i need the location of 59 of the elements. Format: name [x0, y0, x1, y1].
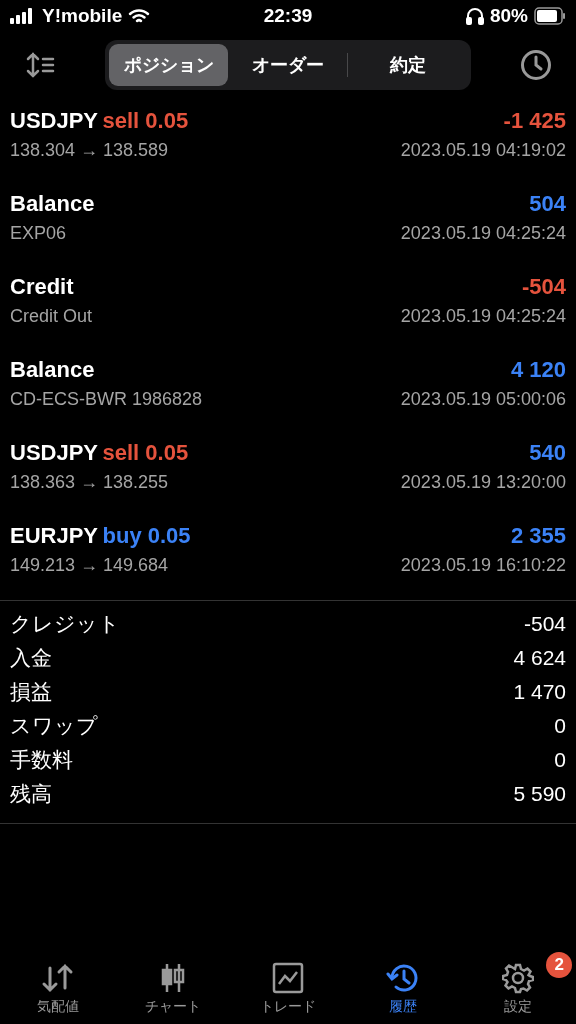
- segment-tab[interactable]: ポジション: [109, 44, 228, 86]
- segment-tab[interactable]: オーダー: [228, 44, 347, 86]
- summary-value: 0: [554, 748, 566, 772]
- summary-value: 5 590: [513, 782, 566, 806]
- deal-symbol: USDJPY: [10, 108, 99, 133]
- deal-amount: 540: [529, 440, 566, 466]
- segment-tab[interactable]: 約定: [348, 44, 467, 86]
- summary-value: 0: [554, 714, 566, 738]
- deal-action: buy 0.05: [102, 523, 191, 548]
- sort-icon[interactable]: [26, 52, 56, 78]
- deal-time: 2023.05.19 05:00:06: [400, 389, 566, 410]
- clock-icon[interactable]: [520, 49, 552, 81]
- summary-value: -504: [523, 612, 566, 636]
- settings-icon: [502, 962, 535, 994]
- summary-label: スワップ: [10, 713, 98, 739]
- deal-time: 2023.05.19 04:25:24: [400, 306, 566, 327]
- deal-amount: 4 120: [510, 357, 566, 383]
- summary-label: 残高: [10, 781, 52, 807]
- history-icon: [386, 962, 421, 994]
- deal-detail: Credit Out: [10, 306, 93, 327]
- deal-amount: 504: [529, 191, 566, 217]
- deal-action: sell 0.05: [102, 108, 189, 133]
- deal-detail: 138.304 → 138.589: [10, 140, 169, 161]
- deal-symbol: Balance: [10, 191, 95, 216]
- summary-label: クレジット: [10, 611, 120, 637]
- status-time: 22:39: [263, 5, 313, 27]
- deal-amount: 2 355: [510, 523, 566, 549]
- deal-detail: CD-ECS-BWR 1986828: [10, 389, 203, 410]
- deal-time: 2023.05.19 04:25:24: [400, 223, 566, 244]
- headphones-icon: [465, 7, 484, 25]
- wifi-icon: [128, 8, 151, 24]
- deal-amount: -504: [521, 274, 566, 300]
- tab-bar-item[interactable]: 履歴: [371, 962, 436, 1016]
- deal-action: sell 0.05: [102, 440, 189, 465]
- up-down-arrows-icon: [40, 962, 75, 994]
- tab-bar-item[interactable]: 気配値: [25, 962, 90, 1016]
- summary-value: 4 624: [513, 646, 566, 670]
- carrier-name: Y!mobile: [42, 5, 123, 27]
- summary-label: 手数料: [10, 747, 73, 773]
- notification-badge: 2: [546, 952, 573, 978]
- deal-detail: EXP06: [10, 223, 67, 244]
- tab-bar-item[interactable]: トレード: [255, 962, 320, 1016]
- summary-label: 入金: [10, 645, 52, 671]
- battery-percent: 80%: [489, 5, 528, 27]
- deal-detail: 138.363 → 138.255: [10, 472, 169, 493]
- deal-symbol: Credit: [10, 274, 74, 299]
- line-chart-icon: [271, 962, 304, 994]
- deal-time: 2023.05.19 04:19:02: [400, 140, 566, 161]
- deal-symbol: USDJPY: [10, 440, 99, 465]
- battery-icon: [534, 7, 566, 25]
- deal-detail: 149.213 → 149.684: [10, 555, 169, 576]
- deal-time: 2023.05.19 16:10:22: [400, 555, 566, 576]
- summary-value: 1 470: [513, 680, 566, 704]
- tab-bar-item[interactable]: チャート: [140, 962, 205, 1016]
- deal-amount: -1 425: [503, 108, 566, 134]
- deal-symbol: Balance: [10, 357, 95, 382]
- deal-time: 2023.05.19 13:20:00: [400, 472, 566, 493]
- summary-label: 損益: [10, 679, 52, 705]
- deal-symbol: EURJPY: [10, 523, 99, 548]
